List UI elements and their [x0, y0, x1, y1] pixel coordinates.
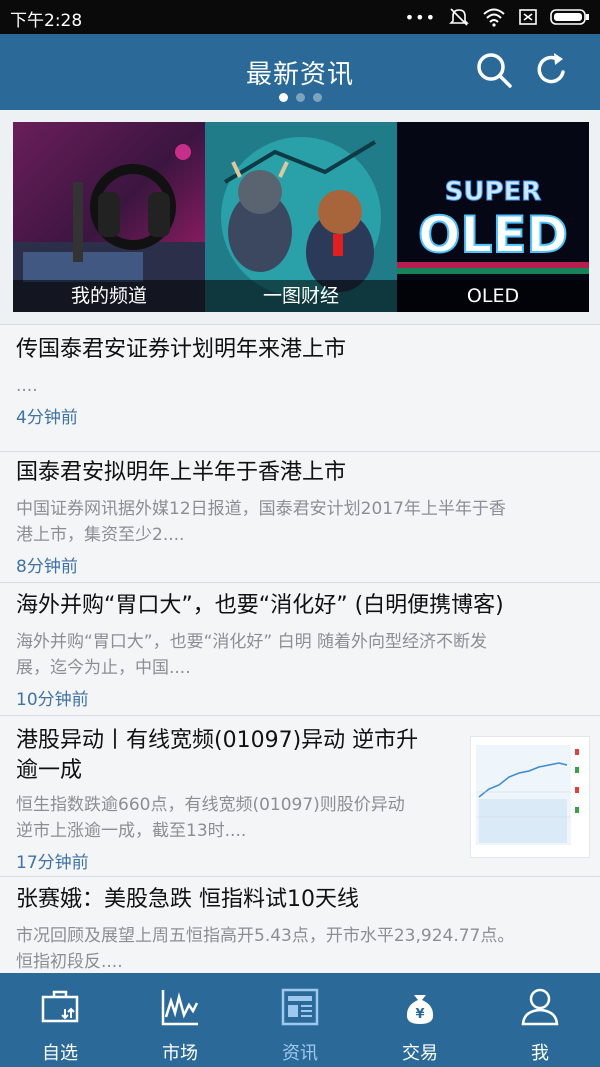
stock-chart-thumbnail: [471, 737, 589, 857]
banner-caption: 一图财经: [205, 280, 397, 312]
app-header: 最新资讯: [0, 34, 600, 110]
status-bar: 下午2:28 •••: [0, 0, 600, 34]
news-time: 4分钟前: [16, 408, 78, 428]
search-icon: [477, 53, 512, 88]
page-dot-1[interactable]: [278, 93, 288, 102]
refresh-button[interactable]: [532, 50, 572, 90]
tab-label: 市场: [162, 1043, 198, 1064]
tab-market[interactable]: 市场: [120, 973, 240, 1067]
search-button[interactable]: [474, 50, 514, 90]
news-summary-line: 海外并购“胃口大”，也要“消化好” 白明 随着外向型经济不断发: [16, 632, 488, 652]
news-summary-line: 港上市，集资至少2....: [16, 525, 185, 545]
news-summary-line: 中国证券网讯据外媒12日报道，国泰君安计划2017年上半年于香: [16, 499, 506, 519]
banner-card-my-channel[interactable]: 我的频道: [13, 122, 205, 312]
news-time: 17分钟前: [16, 853, 89, 873]
banner-card-chart-finance[interactable]: 一图财经: [205, 122, 397, 312]
news-title: 张赛娥：美股急跌 恒指料试10天线: [16, 887, 359, 912]
news-title: 国泰君安拟明年上半年于香港上市: [16, 460, 347, 485]
tab-label: 自选: [42, 1043, 78, 1064]
tab-label: 交易: [402, 1043, 438, 1064]
market-chart-icon: [161, 990, 199, 1026]
banner-caption: OLED: [397, 280, 589, 312]
user-icon: [521, 988, 559, 1026]
status-icons: •••: [405, 6, 590, 28]
page-dot-2[interactable]: [295, 93, 305, 102]
briefcase-icon: [41, 990, 79, 1023]
status-time: 下午2:28: [10, 11, 83, 31]
page-indicator: [0, 93, 600, 102]
svg-text:¥: ¥: [415, 1007, 424, 1022]
news-thumbnail: [470, 736, 590, 858]
news-item[interactable]: 传国泰君安证券计划明年来港上市 .... 4分钟前: [0, 325, 600, 452]
battery-icon: [550, 9, 589, 25]
news-item[interactable]: 国泰君安拟明年上半年于香港上市 中国证券网讯据外媒12日报道，国泰君安计划201…: [0, 452, 600, 583]
tab-news[interactable]: 资讯: [240, 973, 360, 1067]
refresh-icon: [537, 53, 565, 84]
tab-label: 我: [531, 1043, 549, 1064]
tab-watchlist[interactable]: 自选: [0, 973, 120, 1067]
oled-art-oled: OLED: [418, 206, 568, 264]
news-summary-line: 展，迄今为止，中国....: [16, 658, 191, 678]
news-title: 海外并购“胃口大”，也要“消化好” (白明便携博客): [16, 593, 504, 618]
news-summary-line: 市况回顾及展望上周五恒指高开5.43点，开市水平23,924.77点。: [16, 926, 515, 946]
news-summary: ....: [16, 376, 38, 396]
oled-art-super: SUPER: [445, 177, 542, 207]
more-dots-icon: •••: [404, 7, 436, 27]
news-summary-line: 逆市上涨逾一成，截至13时....: [16, 821, 247, 841]
news-icon: [281, 988, 319, 1026]
wifi-icon: [483, 8, 505, 27]
banner-caption: 我的频道: [13, 280, 205, 312]
news-list[interactable]: 传国泰君安证券计划明年来港上市 .... 4分钟前 国泰君安拟明年上半年于香港上…: [0, 325, 600, 973]
news-time: 10分钟前: [16, 690, 89, 710]
news-time: 8分钟前: [16, 557, 78, 577]
bottom-tab-bar: 自选 市场 资讯 ¥ 交易 我: [0, 973, 600, 1067]
news-title: 传国泰君安证券计划明年来港上市: [16, 337, 347, 362]
page-dot-3[interactable]: [312, 93, 322, 102]
sim-icon: [519, 9, 537, 25]
news-title-line: 港股异动丨有线宽频(01097)异动 逆市升: [16, 728, 419, 753]
news-title-line: 逾一成: [16, 758, 83, 783]
banner-card-oled[interactable]: SUPER OLED OLED: [397, 122, 589, 312]
banner-carousel[interactable]: 我的频道 一图财经 SUPER OLED OLED: [0, 110, 600, 325]
mute-icon: [449, 8, 469, 26]
tab-me[interactable]: 我: [480, 973, 600, 1067]
tab-trade[interactable]: ¥ 交易: [360, 973, 480, 1067]
news-item[interactable]: 张赛娥：美股急跌 恒指料试10天线 市况回顾及展望上周五恒指高开5.43点，开市…: [0, 877, 600, 973]
tab-label: 资讯: [282, 1043, 318, 1064]
news-item[interactable]: 港股异动丨有线宽频(01097)异动 逆市升 逾一成 恒生指数跌逾660点，有线…: [0, 716, 600, 877]
money-bag-icon: ¥: [406, 995, 434, 1024]
news-item[interactable]: 海外并购“胃口大”，也要“消化好” (白明便携博客) 海外并购“胃口大”，也要“…: [0, 583, 600, 716]
news-summary-line: 恒生指数跌逾660点，有线宽频(01097)则股价异动: [16, 795, 405, 815]
news-summary-line: 恒指初段反....: [16, 952, 123, 972]
